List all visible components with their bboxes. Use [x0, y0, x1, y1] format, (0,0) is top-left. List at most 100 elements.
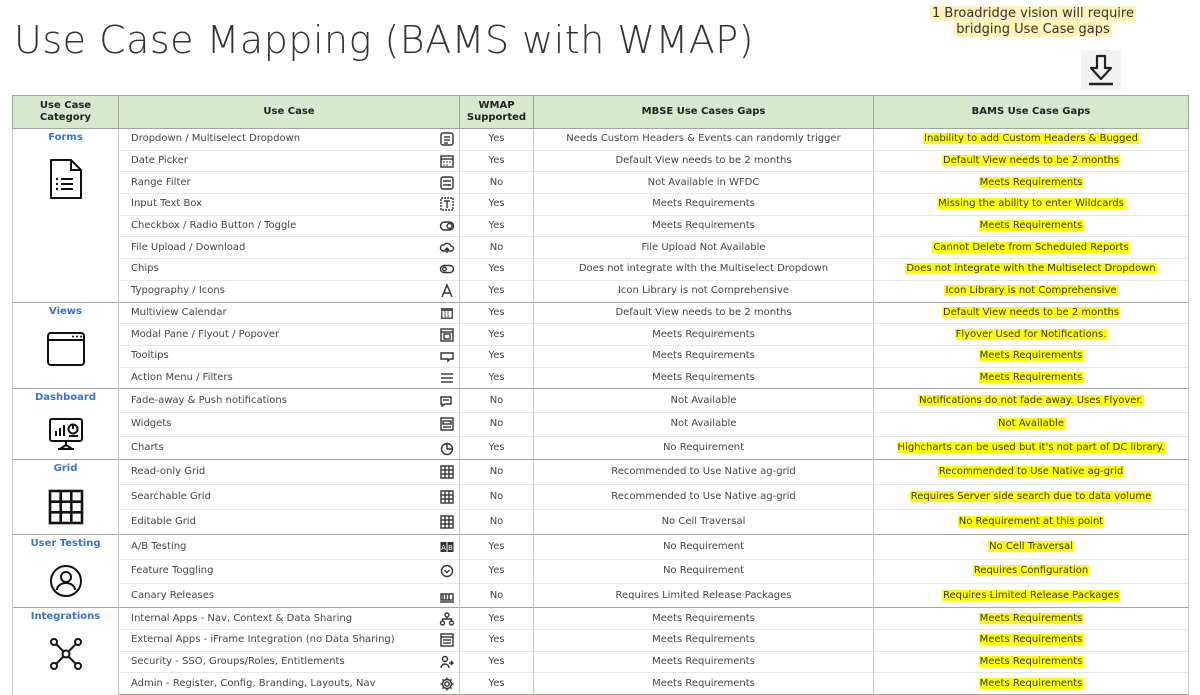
use-case-cell: Tooltips	[118, 344, 460, 368]
wmap-supported-cell: No	[459, 484, 534, 510]
bams-gap-highlight: Requires Limited Release Packages	[942, 589, 1120, 601]
form-document-icon	[17, 157, 114, 209]
table-row: External Apps - iFrame Integration (no D…	[13, 628, 1189, 652]
use-case-cell: Multiview Calendar	[118, 301, 460, 324]
typography-icon	[439, 283, 455, 299]
wmap-supported-cell: Yes	[459, 344, 534, 368]
table-row: Modal Pane / Flyout / Popover Yes Meets Re…	[13, 323, 1189, 346]
wmap-supported-cell: No	[459, 388, 534, 413]
use-case-label: Feature Toggling	[131, 565, 214, 577]
table-row: Dashboard Fade-away & Push notifications N…	[12, 388, 1189, 460]
vision-note-line1: 1 Broadridge vision will require	[930, 6, 1136, 21]
table-row: Canary Releases No Requires Limited Releas…	[13, 582, 1189, 608]
bams-gap-cell: Not Available	[873, 411, 1189, 437]
table-row: Charts Yes No Requirement Highcharts can be…	[13, 435, 1189, 460]
use-case-cell: Typography / Icons	[118, 279, 460, 302]
bams-gap-highlight: Meets Requirements	[978, 350, 1084, 362]
use-case-label: Charts	[131, 441, 164, 453]
use-case-label: Action Menu / Filters	[131, 371, 233, 383]
mbse-gap-cell: Meets Requirements	[533, 193, 874, 216]
table-row: Typography / Icons Yes Icon Library is not…	[13, 279, 1189, 302]
use-case-label: Date Picker	[131, 155, 188, 167]
use-case-cell: Charts	[118, 435, 460, 460]
table-row: Admin - Register, Config, Branding, Layo…	[13, 672, 1189, 695]
bams-gap-cell: Requires Configuration	[873, 558, 1189, 584]
ab-test-icon: AB	[439, 539, 455, 555]
use-case-cell: Fade-away & Push notifications	[118, 388, 460, 413]
table-row: Widgets No Not Available Not Available	[13, 411, 1189, 437]
chip-icon	[439, 261, 455, 277]
wmap-supported-cell: Yes	[459, 607, 534, 630]
use-case-cell: External Apps - iFrame Integration (no D…	[118, 628, 460, 652]
bams-gap-cell: Requires Limited Release Packages	[873, 582, 1189, 608]
bams-gap-cell: Meets Requirements	[873, 214, 1189, 237]
bams-gap-highlight: Not Available	[997, 418, 1065, 430]
bams-gap-cell: No Cell Traversal	[873, 534, 1189, 560]
bams-gap-cell: Meets Requirements	[873, 650, 1189, 673]
wmap-supported-cell: Yes	[459, 650, 534, 673]
mbse-gap-cell: Does not integrate with the Multiselect …	[533, 258, 874, 281]
use-case-label: Modal Pane / Flyout / Popover	[131, 328, 280, 340]
mbse-gap-cell: Default View needs to be 2 months	[533, 301, 874, 324]
hierarchy-icon	[439, 611, 455, 627]
use-case-label: Typography / Icons	[131, 285, 225, 297]
bams-gap-highlight: Meets Requirements	[978, 176, 1084, 188]
download-icon[interactable]	[1081, 50, 1121, 90]
grid-icon	[439, 489, 455, 505]
use-case-label: Multiview Calendar	[131, 306, 227, 318]
wmap-supported-cell: No	[459, 171, 534, 194]
wmap-supported-cell: Yes	[459, 672, 534, 695]
wmap-supported-cell: Yes	[459, 258, 534, 281]
col-header-category: Use Case Category	[12, 95, 119, 129]
use-case-label: File Upload / Download	[131, 241, 246, 253]
mbse-gap-cell: Meets Requirements	[533, 628, 874, 652]
wmap-supported-cell: Yes	[459, 149, 534, 172]
category-label: Forms	[48, 132, 83, 143]
bams-gap-highlight: Inability to add Custom Headers & Bugged	[923, 133, 1139, 145]
use-case-label: Security - SSO, Groups/Roles, Entitlemen…	[131, 655, 345, 667]
bams-gap-highlight: Meets Requirements	[978, 612, 1084, 624]
use-case-cell: Modal Pane / Flyout / Popover	[118, 323, 460, 346]
use-case-label: A/B Testing	[131, 540, 187, 552]
table-row: Security - SSO, Groups/Roles, Entitlemen…	[13, 650, 1189, 673]
bams-gap-highlight: Cannot Delete from Scheduled Reports	[932, 241, 1130, 253]
bams-gap-highlight: Flyover Used for Notifications.	[954, 328, 1108, 340]
bams-gap-cell: Does not integrate with the Multiselect …	[873, 258, 1189, 281]
table-row: Forms Dropdown / Multiselect Dropdown Yes N…	[12, 128, 1189, 302]
calendar-icon	[439, 153, 455, 169]
bams-gap-cell: Flyover Used for Notifications.	[873, 323, 1189, 346]
bams-gap-cell: Requires Server side search due to data …	[873, 484, 1189, 510]
mbse-gap-cell: Meets Requirements	[533, 323, 874, 346]
wmap-supported-cell: Yes	[459, 128, 534, 151]
bams-gap-cell: Icon Library is not Comprehensive	[873, 279, 1189, 302]
mbse-gap-cell: Meets Requirements	[533, 214, 874, 237]
use-case-cell: A/B Testing A B	[118, 534, 460, 560]
bams-gap-highlight: No Cell Traversal	[988, 540, 1074, 552]
table-row: Checkbox / Radio Button / Toggle Yes Meets…	[13, 214, 1189, 237]
wmap-supported-cell: Yes	[459, 279, 534, 302]
mbse-gap-cell: Icon Library is not Comprehensive	[533, 279, 874, 302]
grid-icon	[439, 464, 455, 480]
mbse-gap-cell: Requires Limited Release Packages	[533, 582, 874, 608]
wmap-supported-cell: No	[459, 459, 534, 485]
mbse-gap-cell: No Requirement	[533, 558, 874, 584]
table-row: Date Picker Yes Default View needs to be 2…	[13, 149, 1189, 172]
bams-gap-highlight: Requires Configuration	[972, 565, 1090, 577]
bams-gap-highlight: Meets Requirements	[978, 655, 1084, 667]
release-icon	[439, 588, 455, 604]
wmap-supported-cell: No	[459, 582, 534, 608]
wmap-supported-cell: Yes	[459, 558, 534, 584]
dashboard-monitor-icon	[17, 417, 114, 459]
wmap-supported-cell: Yes	[459, 301, 534, 324]
table-row: User Testing A/B Testing A B Yes No Requireme…	[12, 534, 1189, 608]
mbse-gap-cell: No Requirement	[533, 534, 874, 560]
grid-icon	[17, 488, 114, 534]
use-case-label: Admin - Register, Config, Branding, Layo…	[131, 677, 376, 689]
use-case-cell: Date Picker	[118, 149, 460, 172]
user-circle-icon	[17, 563, 114, 607]
table-header-row: Use Case Category Use Case WMAP Supporte…	[12, 95, 1189, 129]
category-cell: User Testing	[12, 534, 119, 608]
bams-gap-highlight: Does not integrate with the Multiselect …	[905, 263, 1157, 275]
bams-gap-highlight: Meets Requirements	[978, 634, 1084, 646]
pie-chart-icon	[439, 440, 455, 456]
